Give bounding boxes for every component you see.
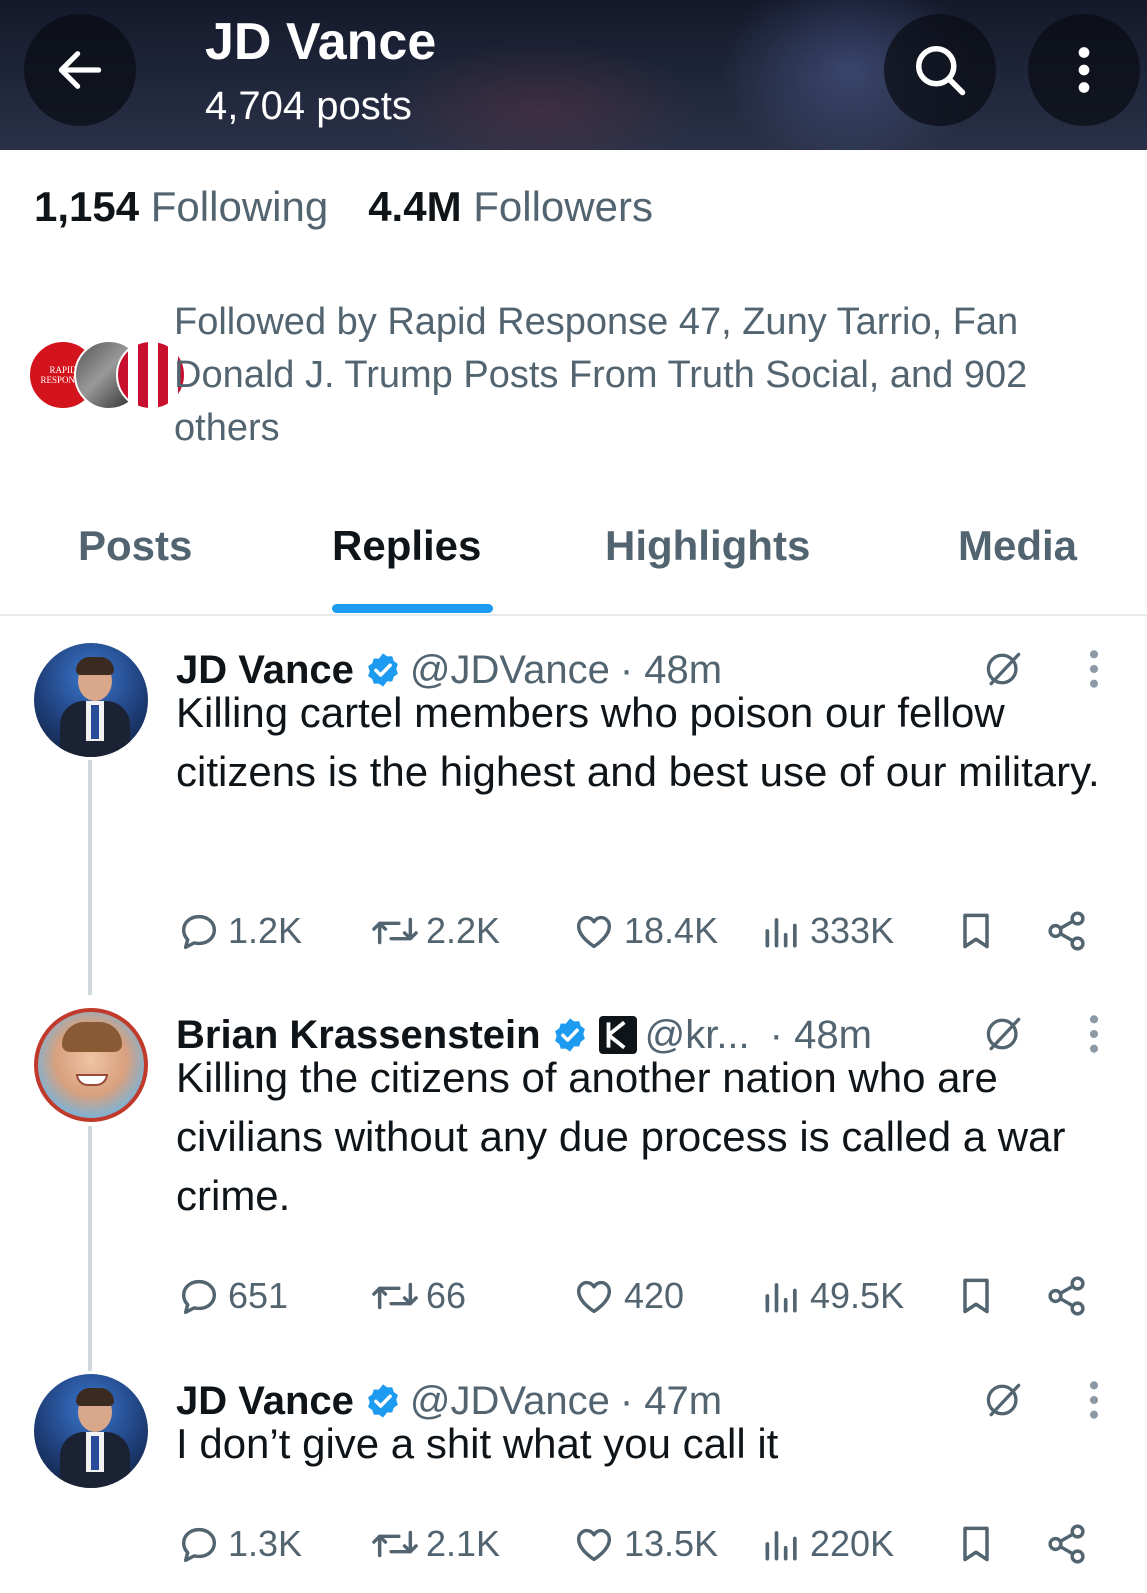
thread-line — [88, 760, 92, 995]
tweet-text: Killing the citizens of another nation w… — [176, 1054, 1066, 1219]
repost-button[interactable]: 66 — [370, 1272, 466, 1320]
active-tab-indicator — [332, 604, 493, 613]
back-button[interactable] — [24, 14, 136, 126]
search-button[interactable] — [884, 14, 996, 126]
more-options-button[interactable] — [1028, 14, 1140, 126]
bar-chart-icon — [765, 918, 797, 948]
bookmark-button[interactable] — [954, 907, 1004, 955]
reply-count: 1.2K — [228, 910, 303, 951]
share-icon — [1048, 1524, 1085, 1564]
bookmark-button[interactable] — [954, 1520, 1004, 1568]
repost-count: 2.1K — [426, 1523, 501, 1564]
reply-count: 651 — [228, 1275, 289, 1316]
views-button[interactable]: 333K — [760, 907, 894, 955]
like-button[interactable]: 420 — [570, 1272, 684, 1320]
bookmark-icon — [963, 1526, 989, 1562]
search-icon — [916, 46, 966, 96]
followers-link[interactable]: 4.4M Followers — [368, 183, 653, 230]
avatar[interactable] — [34, 1374, 148, 1488]
tab-highlights[interactable]: Highlights — [605, 522, 810, 570]
share-button[interactable] — [1044, 1520, 1096, 1568]
thread-line — [88, 1126, 92, 1371]
arrow-left-icon — [58, 51, 102, 89]
avatar[interactable] — [34, 643, 148, 757]
tab-replies[interactable]: Replies — [332, 522, 481, 570]
like-count: 420 — [624, 1275, 685, 1316]
heart-icon — [576, 1280, 612, 1314]
reply-icon — [181, 1527, 217, 1563]
vertical-ellipsis-icon — [1078, 47, 1090, 93]
view-count: 49.5K — [810, 1275, 905, 1316]
tweet-actions: 651 66 420 49.5K — [176, 1272, 1106, 1320]
like-count: 18.4K — [624, 910, 719, 951]
reply-button[interactable]: 651 — [176, 1272, 288, 1320]
repost-count: 2.2K — [426, 910, 501, 951]
following-link[interactable]: 1,154 Following — [34, 183, 328, 230]
tweet-text: I don’t give a shit what you call it — [176, 1420, 779, 1467]
like-button[interactable]: 13.5K — [570, 1520, 718, 1568]
like-button[interactable]: 18.4K — [570, 907, 718, 955]
heart-icon — [576, 915, 612, 949]
share-button[interactable] — [1044, 1272, 1096, 1320]
repost-button[interactable]: 2.2K — [370, 907, 500, 955]
like-count: 13.5K — [624, 1523, 719, 1564]
followers-count: 4.4M — [368, 183, 462, 230]
tweet-actions: 1.2K 2.2K 18.4K 333K — [176, 907, 1106, 955]
bookmark-icon — [963, 913, 989, 949]
reply-icon — [181, 1279, 217, 1315]
profile-name: JD Vance — [205, 13, 437, 71]
share-icon — [1048, 911, 1085, 951]
avatar[interactable] — [34, 1008, 148, 1122]
tab-media[interactable]: Media — [958, 522, 1077, 570]
bookmark-button[interactable] — [954, 1272, 1004, 1320]
view-count: 333K — [810, 910, 895, 951]
view-count: 220K — [810, 1523, 895, 1564]
views-button[interactable]: 220K — [760, 1520, 894, 1568]
views-button[interactable]: 49.5K — [760, 1272, 904, 1320]
repost-icon — [372, 1282, 418, 1310]
followed-by-text[interactable]: Followed by Rapid Response 47, Zuny Tarr… — [174, 296, 1114, 455]
share-button[interactable] — [1044, 907, 1096, 955]
repost-icon — [372, 917, 418, 945]
bar-chart-icon — [765, 1531, 797, 1561]
posts-count: 4,704 posts — [205, 84, 412, 128]
tab-posts[interactable]: Posts — [78, 522, 192, 570]
profile-header-banner: JD Vance 4,704 posts — [0, 0, 1147, 150]
tweet-text: Killing cartel members who poison our fe… — [176, 689, 1100, 795]
reply-icon — [181, 914, 217, 950]
bar-chart-icon — [765, 1283, 797, 1313]
repost-icon — [372, 1530, 418, 1558]
follow-stats: 1,154 Following 4.4M Followers — [34, 183, 653, 231]
following-label: Following — [150, 183, 329, 230]
followed-by-avatars[interactable]: RAPID RESPONSE — [28, 340, 186, 412]
repost-count: 66 — [426, 1275, 467, 1316]
following-count: 1,154 — [34, 183, 140, 230]
followers-label: Followers — [473, 183, 653, 230]
repost-button[interactable]: 2.1K — [370, 1520, 500, 1568]
heart-icon — [576, 1528, 612, 1562]
bookmark-icon — [963, 1278, 989, 1314]
reply-button[interactable]: 1.3K — [176, 1520, 302, 1568]
profile-tabs: Posts Replies Highlights Media — [0, 510, 1147, 616]
share-icon — [1048, 1276, 1085, 1316]
tweet-actions: 1.3K 2.1K 13.5K 220K — [176, 1520, 1106, 1568]
reply-button[interactable]: 1.2K — [176, 907, 302, 955]
reply-count: 1.3K — [228, 1523, 303, 1564]
